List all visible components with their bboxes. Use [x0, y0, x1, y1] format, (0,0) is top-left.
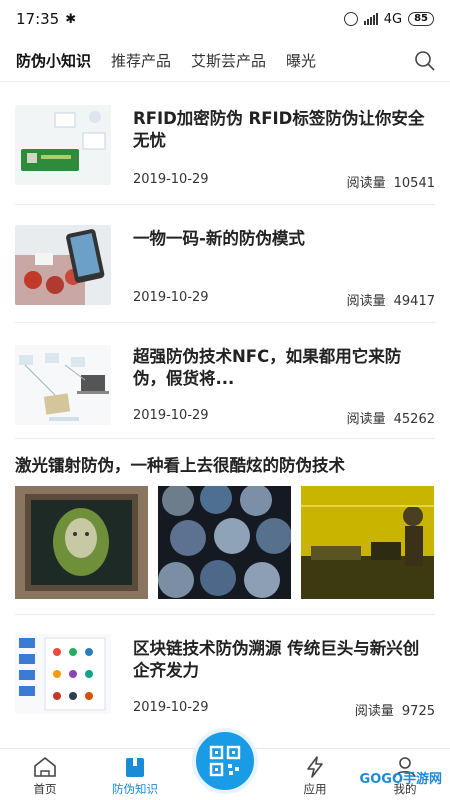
divider [15, 614, 435, 615]
article-title: 激光镭射防伪，一种看上去很酷炫的防伪技术 [15, 456, 345, 475]
image-gallery [0, 486, 450, 599]
alarm-icon [343, 12, 358, 26]
tab-exposure[interactable]: 曝光 [286, 50, 316, 71]
read-count-value: 10541 [393, 176, 435, 191]
nav-knowledge[interactable]: 防伪知识 [100, 755, 170, 797]
search-icon[interactable] [414, 50, 436, 72]
article-title: 一物一码-新的防伪模式 [133, 229, 305, 248]
divider [15, 438, 435, 439]
read-count-label: 阅读量 [354, 704, 394, 719]
article-thumbnail [15, 105, 111, 185]
divider [15, 204, 435, 205]
article-thumbnail [15, 345, 111, 425]
bluetooth-icon: ✱ [65, 11, 77, 27]
article-card[interactable]: RFID加密防伪 RFID标签防伪让你安全无忧 2019-10-29 阅读量 10… [0, 100, 450, 200]
article-card[interactable]: 一物一码-新的防伪模式 2019-10-29 阅读量 49417 [0, 222, 450, 314]
article-date: 2019-10-29 [133, 700, 209, 715]
read-count-label: 阅读量 [346, 294, 386, 309]
network-type: 4G [383, 11, 403, 27]
category-tabs: 防伪小知识 推荐产品 艾斯芸产品 曝光 [0, 40, 450, 82]
divider [15, 322, 435, 323]
read-count-value: 45262 [393, 412, 435, 427]
status-time: 17:35 [16, 10, 60, 28]
article-thumbnail [15, 634, 111, 714]
signal-icon [363, 13, 378, 25]
article-title: RFID加密防伪 RFID标签防伪让你安全无忧 [133, 109, 425, 150]
article-title: 区块链技术防伪溯源 传统巨头与新兴创企齐发力 [133, 639, 420, 680]
read-count: 阅读量 10541 [347, 172, 435, 191]
read-count-label: 阅读量 [346, 412, 386, 427]
nav-home[interactable]: 首页 [10, 755, 80, 797]
nav-home-label: 首页 [33, 782, 57, 796]
read-count: 阅读量 49417 [347, 290, 435, 309]
book-icon [126, 758, 144, 777]
hologram-stickers-image [158, 486, 291, 599]
tab-anticounterfeit-knowledge[interactable]: 防伪小知识 [16, 50, 91, 71]
tab-aisiyun-products[interactable]: 艾斯芸产品 [191, 50, 266, 71]
article-card[interactable]: 区块链技术防伪溯源 传统巨头与新兴创企齐发力 2019-10-29 阅读量 972… [0, 632, 450, 724]
read-count: 阅读量 45262 [347, 408, 435, 427]
nav-apps[interactable]: 应用 [280, 755, 350, 797]
feature-article-card[interactable]: 激光镭射防伪，一种看上去很酷炫的防伪技术 [0, 452, 450, 602]
article-date: 2019-10-29 [133, 290, 209, 305]
qr-scan-button[interactable] [192, 728, 258, 794]
read-count-label: 阅读量 [346, 176, 386, 191]
nav-knowledge-label: 防伪知识 [112, 782, 158, 796]
read-count: 阅读量 9725 [355, 700, 435, 719]
tab-recommended-products[interactable]: 推荐产品 [111, 50, 171, 71]
article-date: 2019-10-29 [133, 408, 209, 423]
watermark-logo: GOGO手游网 [359, 772, 442, 787]
read-count-value: 49417 [393, 294, 435, 309]
article-title: 超强防伪技术NFC，如果都用它来防伪，假货将... [133, 347, 402, 388]
article-card[interactable]: 超强防伪技术NFC，如果都用它来防伪，假货将... 2019-10-29 阅读量… [0, 340, 450, 432]
hologram-portrait-image [15, 486, 148, 599]
read-count-value: 9725 [401, 704, 435, 719]
battery-level: 85 [408, 12, 434, 26]
lightning-icon [307, 756, 323, 778]
nav-apps-label: 应用 [303, 782, 327, 796]
home-icon [34, 756, 56, 777]
article-thumbnail [15, 225, 111, 305]
laser-lab-image [301, 486, 434, 599]
status-bar: 17:35 ✱ 4G 85 [0, 0, 450, 38]
qr-code-icon [209, 745, 241, 777]
article-date: 2019-10-29 [133, 172, 209, 187]
